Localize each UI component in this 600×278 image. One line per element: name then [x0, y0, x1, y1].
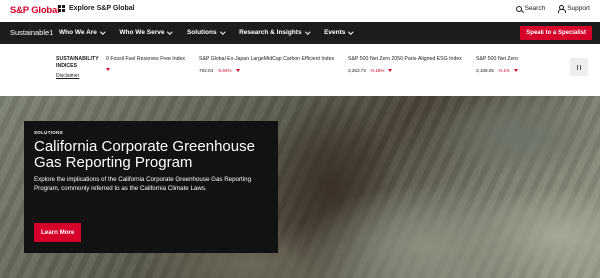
- main-nav: Sustainable1 Who We Are Who We Serve Sol…: [0, 22, 600, 44]
- indices-ticker: SUSTAINABILITY INDICES Disclaimer 0 Foss…: [0, 44, 600, 96]
- search-button[interactable]: Search: [515, 5, 546, 12]
- ticker-fade: [536, 44, 566, 96]
- utility-bar: S&P Global Explore S&P Global Search Sup…: [0, 0, 600, 22]
- index-change: -0.84%: [217, 68, 232, 73]
- grid-icon: [58, 5, 65, 12]
- chevron-down-icon: [100, 29, 106, 34]
- nav-item-label: Events: [324, 29, 346, 36]
- index-change: -0.15%: [369, 68, 385, 73]
- nav-item-research-insights[interactable]: Research & Insights: [239, 29, 310, 36]
- pause-ticker-button[interactable]: [570, 58, 588, 76]
- hero-banner: SOLUTIONS California Corporate Greenhous…: [0, 96, 600, 278]
- pause-icon: [576, 64, 579, 70]
- hero-card: SOLUTIONS California Corporate Greenhous…: [24, 121, 278, 253]
- nav-item-label: Who We Are: [59, 29, 97, 36]
- nav-item-label: Who We Serve: [119, 29, 165, 36]
- learn-more-button[interactable]: Learn More: [34, 223, 82, 242]
- index-card[interactable]: S&P 500 Net Zero 2050 Paris-Aligned ESG …: [348, 56, 462, 73]
- hero-eyebrow: SOLUTIONS: [34, 130, 63, 135]
- disclaimer-link[interactable]: Disclaimer: [56, 73, 79, 79]
- nav-item-events[interactable]: Events: [324, 29, 354, 36]
- explore-menu-button[interactable]: Explore S&P Global: [58, 5, 135, 12]
- down-arrow-icon: [388, 69, 393, 72]
- explore-label: Explore S&P Global: [69, 5, 135, 12]
- sp-global-logo[interactable]: S&P Global: [10, 5, 60, 16]
- index-card[interactable]: 0 Fossil Fuel Reserves Free Index: [106, 56, 185, 71]
- index-name: S&P Global Ex-Japan LargeMidCap Carbon E…: [199, 56, 335, 62]
- nav-item-who-we-serve[interactable]: Who We Serve: [119, 29, 173, 36]
- down-arrow-icon: [106, 68, 110, 71]
- support-link[interactable]: Support: [557, 5, 590, 13]
- user-icon: [557, 5, 566, 13]
- index-name: S&P 500 Net Zero: [476, 56, 519, 62]
- search-icon: [515, 5, 522, 12]
- nav-item-who-we-are[interactable]: Who We Are: [59, 29, 106, 36]
- indices-title: SUSTAINABILITY INDICES: [56, 56, 99, 69]
- down-arrow-icon: [235, 69, 240, 72]
- chevron-down-icon: [167, 29, 173, 34]
- index-name: 0 Fossil Fuel Reserves Free Index: [106, 56, 185, 62]
- search-label: Search: [524, 5, 546, 12]
- index-name: S&P 500 Net Zero 2050 Paris-Aligned ESG …: [348, 56, 462, 62]
- index-value: 793.04: [199, 68, 214, 73]
- nav-item-label: Solutions: [186, 29, 217, 36]
- speak-to-specialist-button[interactable]: Speak to a Specialist: [520, 26, 592, 40]
- chevron-down-icon: [219, 29, 225, 34]
- index-card[interactable]: S&P Global Ex-Japan LargeMidCap Carbon E…: [199, 56, 334, 73]
- nav-item-solutions[interactable]: Solutions: [186, 29, 225, 36]
- index-value: 3,253.73: [348, 68, 366, 73]
- nav-item-label: Research & Insights: [239, 29, 302, 36]
- support-label: Support: [567, 5, 590, 12]
- hero-description: Explore the implications of the Californ…: [34, 176, 252, 192]
- utility-links: Search Support: [515, 5, 590, 13]
- sustainable1-brand[interactable]: Sustainable1: [10, 28, 53, 37]
- nav-menu: Who We Are Who We Serve Solutions Resear…: [59, 29, 368, 36]
- chevron-down-icon: [348, 29, 354, 34]
- down-arrow-icon: [513, 69, 518, 72]
- index-card[interactable]: S&P 500 Net Zero 3,188.05 -0.1%: [476, 56, 518, 73]
- index-value: 3,188.05: [476, 68, 494, 73]
- chevron-down-icon: [304, 29, 310, 34]
- index-change: -0.1%: [497, 68, 510, 73]
- hero-title: California Corporate Greenhouse Gas Repo…: [34, 138, 255, 171]
